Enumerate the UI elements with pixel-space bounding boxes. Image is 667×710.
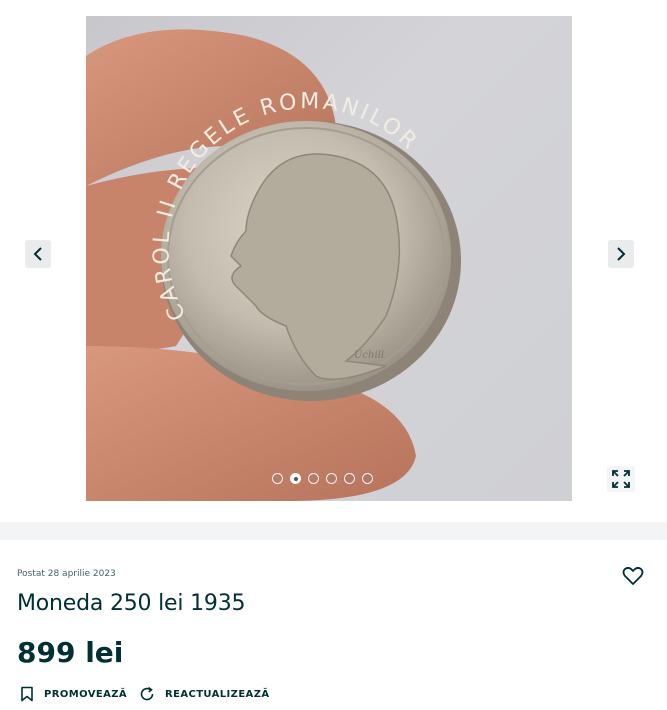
gallery-dot-active[interactable] [290,473,301,484]
coin-signature: Uchill [354,350,384,361]
expand-icon [612,470,630,488]
image-gallery: CAROL II REGELE ROMANILOR Uchill [0,0,667,522]
coin-photo: CAROL II REGELE ROMANILOR Uchill [86,29,461,501]
refresh-label: REACTUALIZEAZĂ [165,688,270,700]
fullscreen-button[interactable] [607,466,635,492]
promote-button[interactable]: PROMOVEAZĂ [20,686,127,702]
listing-title: Moneda 250 lei 1935 [17,591,246,616]
chevron-right-icon [617,247,626,261]
heart-icon [622,566,644,585]
refresh-icon [140,686,154,701]
listing-price: 899 lei [17,636,124,669]
gallery-prev-button[interactable] [25,240,51,268]
gallery-dot[interactable] [326,473,337,484]
gallery-dot[interactable] [362,473,373,484]
listing-card: Postat 28 aprilie 2023 Moneda 250 lei 19… [0,540,667,710]
gallery-pagination [272,473,373,484]
posted-date: Postat 28 aprilie 2023 [17,569,116,579]
gallery-dot[interactable] [344,473,355,484]
gallery-dot[interactable] [308,473,319,484]
gallery-dot[interactable] [272,473,283,484]
section-divider [0,522,667,540]
favorite-button[interactable] [622,566,644,586]
gallery-next-button[interactable] [608,240,634,268]
chevron-left-icon [33,247,42,261]
promote-label: PROMOVEAZĂ [44,688,128,700]
refresh-button[interactable]: REACTUALIZEAZĂ [139,686,270,702]
listing-photo[interactable]: CAROL II REGELE ROMANILOR Uchill [86,16,572,501]
bookmark-icon [21,686,33,702]
